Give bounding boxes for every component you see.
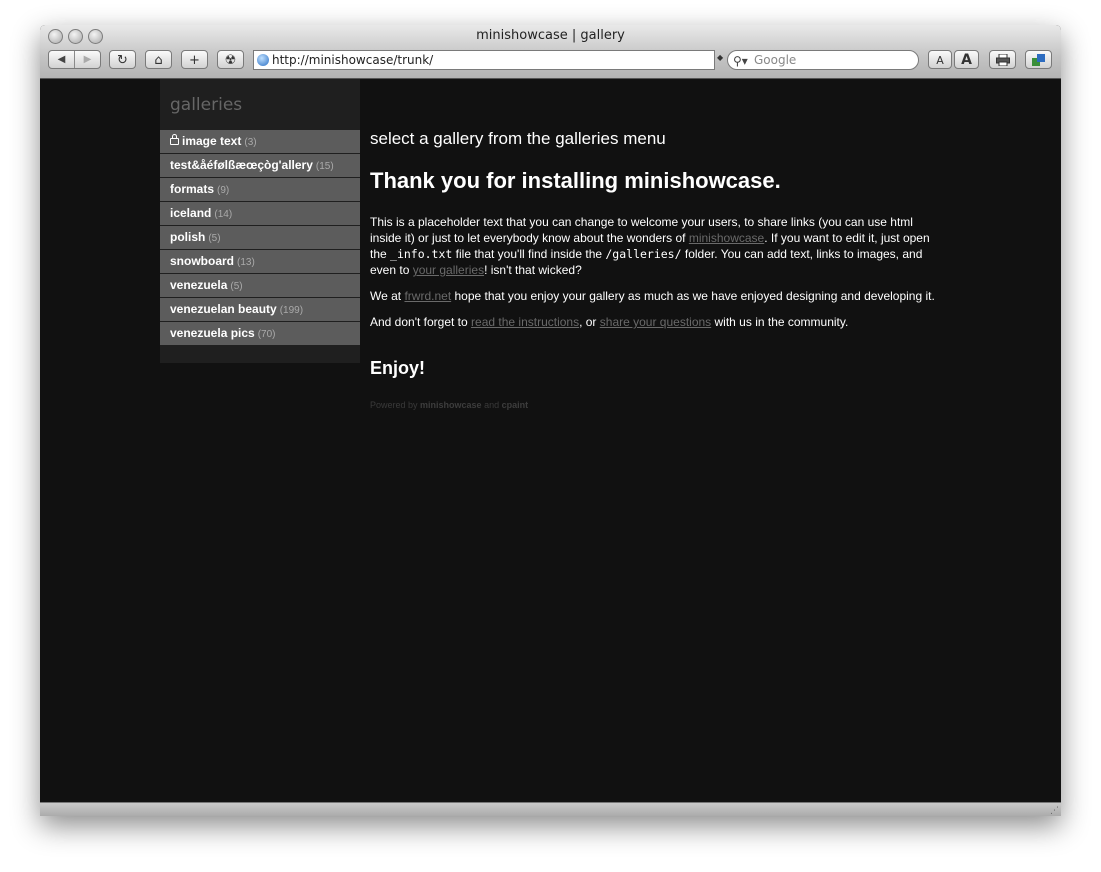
text-span: file that you'll find inside the	[452, 247, 606, 261]
radiation-icon: ☢	[224, 53, 237, 68]
gallery-label: venezuelan beauty	[170, 302, 277, 316]
printer-icon	[995, 53, 1010, 67]
resize-grip-icon[interactable]: ⋰	[1050, 806, 1059, 816]
gallery-label: test&åéfølßæœçòg'allery	[170, 158, 313, 172]
plus-icon: +	[189, 53, 200, 68]
text-span: and	[481, 400, 502, 410]
status-bar: ⋰	[40, 802, 1061, 816]
back-forward-buttons[interactable]: ◀ ▶	[48, 50, 101, 69]
window-title: minishowcase | gallery	[476, 28, 625, 43]
gallery-label: iceland	[170, 206, 212, 220]
title-bar: minishowcase | gallery ◀ ▶ ↻ ⌂ + ☢ http:…	[40, 25, 1061, 79]
text-span: with us in the community.	[711, 315, 849, 329]
thanks-paragraph: We at frwrd.net hope that you enjoy your…	[370, 288, 935, 304]
read-instructions-link[interactable]: read the instructions	[471, 315, 579, 329]
home-button[interactable]: ⌂	[145, 50, 172, 69]
gallery-count: (5)	[208, 233, 221, 244]
text-smaller-button[interactable]: A	[928, 50, 952, 69]
gallery-item-snowboard[interactable]: snowboard (13)	[160, 250, 360, 273]
add-bookmark-button[interactable]: +	[181, 50, 208, 69]
gallery-label: formats	[170, 182, 215, 196]
gallery-item-venezuela-pics[interactable]: venezuela pics (70)	[160, 322, 360, 345]
gallery-count: (199)	[279, 305, 304, 316]
gallery-count: (70)	[257, 329, 276, 340]
gallery-count: (3)	[244, 137, 257, 148]
share-questions-link[interactable]: share your questions	[600, 315, 711, 329]
text-span: hope that you enjoy your gallery as much…	[451, 289, 935, 303]
gallery-count: (13)	[237, 257, 255, 268]
text-span: We at	[370, 289, 405, 303]
print-button[interactable]	[989, 50, 1016, 69]
page-content: galleries image text (3) test&åéfølßæœçòg…	[40, 79, 1061, 801]
search-placeholder: Google	[754, 53, 797, 67]
address-bar[interactable]: http://minishowcase/trunk/	[253, 50, 715, 70]
browser-window: minishowcase | gallery ◀ ▶ ↻ ⌂ + ☢ http:…	[40, 25, 1061, 816]
gallery-label: image text	[182, 134, 242, 148]
galleries-folder-code: /galleries/	[605, 247, 682, 261]
powered-by-footer: Powered by minishowcase and cpaint	[370, 400, 935, 410]
gallery-label: venezuela	[170, 278, 228, 292]
search-icon: ⚲▾	[733, 54, 748, 68]
page-title: Thank you for installing minishowcase.	[370, 168, 781, 193]
frwrd-link[interactable]: frwrd.net	[404, 289, 451, 303]
url-marker-icon: ◆	[717, 53, 724, 62]
search-field[interactable]: ⚲▾ Google	[727, 50, 919, 70]
text-span: , or	[579, 315, 600, 329]
cpaint-credit: cpaint	[501, 400, 529, 410]
intro-paragraph: This is a placeholder text that you can …	[370, 214, 935, 278]
gallery-count: (14)	[214, 209, 233, 220]
gallery-item-image-text[interactable]: image text (3)	[160, 130, 360, 153]
gallery-item-venezuela[interactable]: venezuela (5)	[160, 274, 360, 297]
minishowcase-credit: minishowcase	[420, 400, 482, 410]
forward-icon[interactable]: ▶	[74, 51, 100, 68]
reminder-paragraph: And don't forget to read the instruction…	[370, 314, 935, 330]
welcome-content: select a gallery from the galleries menu…	[370, 129, 935, 410]
text-bigger-button[interactable]: A	[954, 50, 979, 69]
extension-button[interactable]: ☢	[217, 50, 244, 69]
gallery-count: (15)	[315, 161, 334, 172]
gallery-count: (9)	[217, 185, 230, 196]
home-icon: ⌂	[154, 53, 163, 68]
minishowcase-link[interactable]: minishowcase	[689, 231, 764, 245]
galleries-sidebar: galleries image text (3) test&åéfølßæœçòg…	[160, 79, 360, 363]
url-text: http://minishowcase/trunk/	[272, 53, 434, 67]
text-span: And don't forget to	[370, 315, 472, 329]
windows-icon	[1032, 54, 1045, 66]
gallery-label: snowboard	[170, 254, 235, 268]
info-file-code: _info.txt	[390, 247, 453, 261]
gallery-item-venezuelan-beauty[interactable]: venezuelan beauty (199)	[160, 298, 360, 321]
enjoy-heading: Enjoy!	[370, 358, 426, 378]
lock-icon	[170, 134, 179, 145]
text-span: Powered by	[370, 400, 421, 410]
sidebar-title: galleries	[170, 95, 243, 115]
globe-icon	[257, 54, 269, 66]
gallery-item-polish[interactable]: polish (5)	[160, 226, 360, 249]
gallery-list: image text (3) test&åéfølßæœçòg'allery (15…	[160, 130, 360, 346]
gallery-label: venezuela pics	[170, 326, 255, 340]
extension2-button[interactable]	[1025, 50, 1052, 69]
gallery-item-test[interactable]: test&åéfølßæœçòg'allery (15)	[160, 154, 360, 177]
reload-icon: ↻	[117, 53, 128, 68]
back-icon[interactable]: ◀	[49, 51, 74, 68]
text-span: ! isn't that wicked?	[484, 263, 582, 277]
subheading: select a gallery from the galleries menu	[370, 129, 666, 148]
your-galleries-link[interactable]: your galleries	[413, 263, 484, 277]
gallery-count: (5)	[230, 281, 243, 292]
reload-button[interactable]: ↻	[109, 50, 136, 69]
gallery-label: polish	[170, 230, 206, 244]
gallery-item-formats[interactable]: formats (9)	[160, 178, 360, 201]
gallery-item-iceland[interactable]: iceland (14)	[160, 202, 360, 225]
